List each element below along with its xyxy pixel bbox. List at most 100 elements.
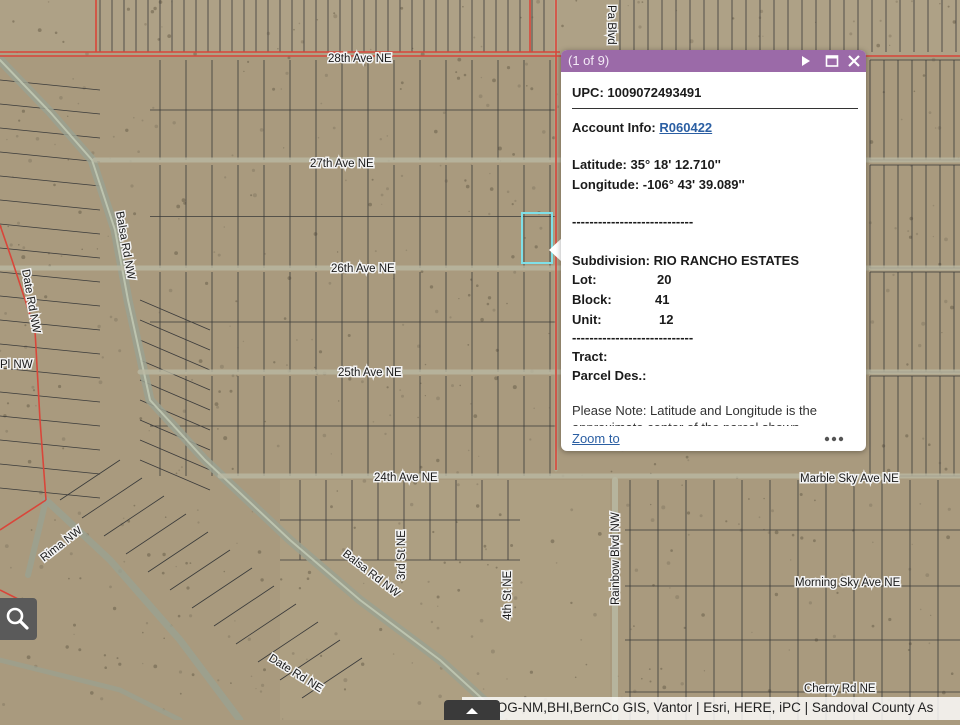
account-info-link[interactable]: R060422: [659, 120, 712, 135]
speckle: [434, 129, 438, 134]
speckle: [223, 226, 226, 228]
speckle: [178, 469, 181, 472]
speckle: [148, 430, 150, 432]
speckle: [456, 471, 459, 474]
lot-row: Lot: 20: [572, 272, 671, 287]
map-attribution: MRCOG-NM,BHI,BernCo GIS, Vantor | Esri, …: [462, 697, 960, 720]
speckle: [18, 244, 20, 246]
speckle: [480, 76, 483, 79]
speckle: [942, 690, 946, 695]
speckle: [411, 662, 414, 664]
speckle: [230, 682, 232, 684]
speckle: [400, 6, 404, 10]
speckle: [485, 548, 487, 551]
speckle: [235, 300, 238, 303]
speckle: [449, 316, 452, 319]
speckle: [506, 190, 510, 194]
speckle: [479, 618, 484, 623]
speckle: [405, 249, 408, 252]
speckle: [488, 212, 491, 216]
speckle: [137, 150, 140, 153]
speckle: [420, 602, 423, 605]
speckle: [336, 251, 339, 253]
speckle: [939, 3, 941, 5]
speckle: [455, 71, 458, 74]
speckle: [681, 484, 683, 486]
speckle: [400, 81, 404, 85]
speckle: [217, 253, 221, 257]
speckle: [276, 444, 280, 448]
play-icon[interactable]: [798, 53, 814, 69]
speckle: [32, 389, 36, 392]
speckle: [436, 626, 440, 630]
speckle: [223, 570, 226, 573]
speckle: [18, 119, 21, 122]
speckle: [144, 23, 147, 26]
speckle: [250, 675, 253, 678]
speckle: [876, 43, 880, 48]
close-icon[interactable]: [846, 53, 862, 69]
speckle: [952, 20, 956, 24]
maximize-icon[interactable]: [824, 53, 840, 69]
speckle: [287, 276, 292, 280]
speckle: [73, 633, 75, 636]
speckle: [4, 312, 7, 315]
speckle: [263, 668, 266, 672]
speckle: [158, 0, 163, 4]
speckle: [686, 511, 691, 515]
speckle: [2, 703, 6, 706]
speckle: [451, 384, 454, 388]
speckle: [524, 237, 526, 239]
speckle: [905, 434, 909, 438]
speckle: [915, 232, 919, 236]
speckle: [932, 235, 935, 238]
speckle: [889, 44, 891, 46]
speckle: [386, 187, 389, 191]
speckle: [570, 508, 574, 512]
account-info-label: Account Info:: [572, 120, 656, 135]
speckle: [54, 519, 56, 521]
speckle: [369, 48, 372, 51]
speckle: [480, 45, 483, 48]
speckle: [116, 657, 119, 660]
speckle: [185, 561, 188, 565]
speckle: [26, 655, 31, 660]
search-button[interactable]: [0, 598, 37, 640]
speckle: [633, 689, 637, 693]
speckle: [941, 332, 943, 334]
speckle: [442, 111, 446, 114]
speckle: [318, 350, 323, 354]
speckle: [490, 649, 495, 654]
speckle: [435, 309, 439, 314]
speckle: [526, 85, 528, 87]
search-icon: [6, 607, 29, 630]
speckle: [597, 532, 602, 536]
speckle: [231, 467, 234, 470]
speckle: [122, 517, 125, 520]
speckle: [30, 529, 33, 531]
speckle: [633, 625, 635, 627]
separator-1: ----------------------------: [572, 214, 694, 229]
attribution-toggle[interactable]: [444, 700, 500, 720]
speckle: [343, 688, 347, 691]
zoom-to-link[interactable]: Zoom to: [572, 431, 620, 446]
speckle: [347, 334, 351, 337]
speckle: [944, 467, 948, 471]
speckle: [649, 680, 652, 683]
speckle: [161, 26, 163, 28]
speckle: [790, 559, 792, 561]
speckle: [737, 523, 740, 526]
speckle: [911, 543, 913, 546]
speckle: [181, 198, 186, 203]
popup-counter: (1 of 9): [568, 53, 610, 68]
speckle: [925, 573, 930, 577]
speckle: [520, 581, 523, 584]
speckle: [231, 374, 235, 378]
speckle: [324, 73, 328, 77]
speckle: [464, 179, 467, 182]
speckle: [701, 613, 705, 617]
speckle: [495, 348, 499, 352]
speckle: [260, 578, 264, 582]
street-label-24th: 24th Ave NE: [374, 472, 438, 484]
more-icon[interactable]: [824, 432, 844, 442]
